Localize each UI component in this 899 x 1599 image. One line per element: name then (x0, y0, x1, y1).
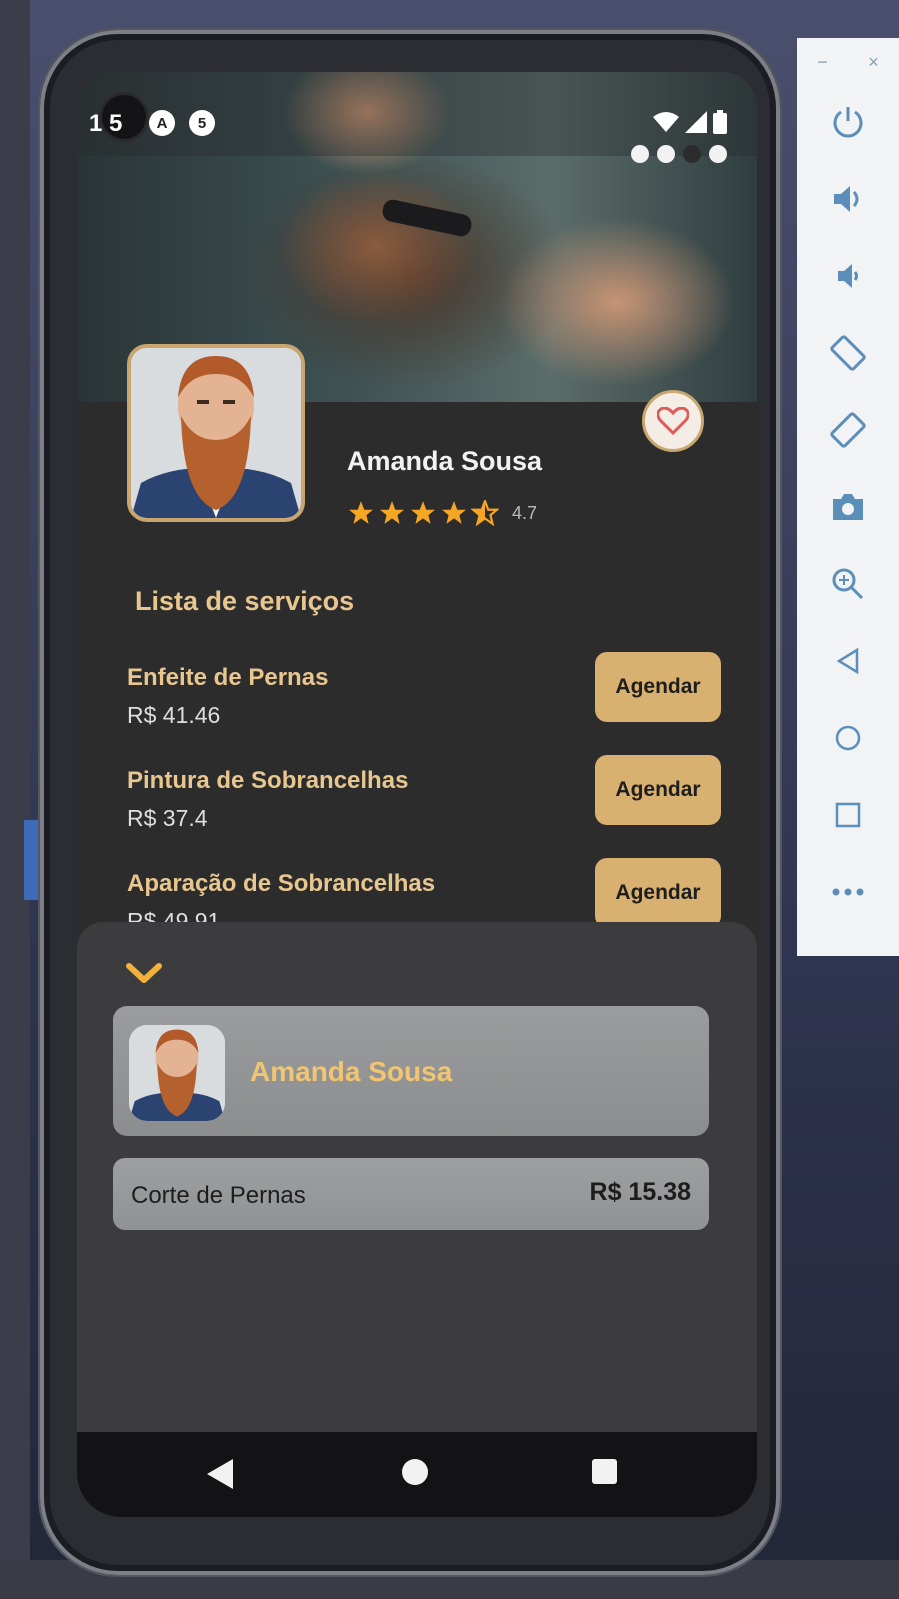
home-button[interactable] (820, 710, 876, 766)
notification-s-icon: 5 (189, 110, 215, 136)
barber-portrait (131, 348, 301, 518)
carousel-dot[interactable] (709, 145, 727, 163)
rotate-right-button[interactable] (820, 402, 876, 458)
home-icon (835, 725, 861, 751)
carousel-dot[interactable] (631, 145, 649, 163)
overview-icon (835, 802, 861, 828)
star-icon (442, 501, 466, 524)
carousel-dot-active[interactable] (683, 145, 701, 163)
notification-a-icon: A (149, 110, 175, 136)
service-item: Enfeite de Pernas R$ 41.46 Agendar (127, 652, 721, 744)
back-icon (836, 647, 859, 675)
screenshot-button[interactable] (820, 479, 876, 535)
more-button[interactable] (820, 864, 876, 920)
battery-icon (713, 110, 727, 134)
collapse-sheet-button[interactable] (125, 962, 163, 991)
star-icon (411, 501, 435, 524)
wifi-icon (653, 112, 679, 132)
barber-name: Amanda Sousa (347, 446, 543, 476)
service-name: Pintura de Sobrancelhas (127, 767, 409, 794)
service-price: R$ 37.4 (127, 805, 208, 831)
volume-down-icon (838, 264, 858, 288)
zoom-button[interactable] (820, 556, 876, 612)
desktop-background-left (0, 0, 40, 1599)
emulator-toolbar: − × (797, 38, 899, 956)
selected-service-name: Corte de Pernas (131, 1182, 306, 1209)
app-screen: 1 5 A 5 Amanda Sousa 4.7 Lista de serviç… (77, 72, 757, 1517)
more-icon (832, 888, 864, 896)
power-icon (833, 107, 863, 138)
back-button[interactable] (820, 633, 876, 689)
rotate-right-icon (830, 412, 866, 448)
overview-button[interactable] (820, 787, 876, 843)
barber-portrait-small (129, 1025, 225, 1121)
heart-icon (657, 407, 689, 435)
star-half-icon (471, 500, 499, 526)
signal-icon (685, 111, 707, 133)
barber-rating: 4.7 (347, 500, 537, 526)
desktop-window-edge (24, 820, 40, 900)
barber-avatar (127, 344, 305, 522)
star-icon (349, 501, 373, 524)
rotate-left-button[interactable] (820, 325, 876, 381)
booking-bottom-sheet: Amanda Sousa Corte de Pernas R$ 15.38 (77, 922, 757, 1432)
nav-back-icon[interactable] (207, 1459, 233, 1489)
carousel-dot[interactable] (657, 145, 675, 163)
volume-up-button[interactable] (820, 171, 876, 227)
selected-barber-card[interactable]: Amanda Sousa (113, 1006, 709, 1136)
selected-barber-avatar (129, 1025, 225, 1121)
camera-icon (833, 494, 863, 520)
power-button[interactable] (820, 94, 876, 150)
schedule-button[interactable]: Agendar (595, 652, 721, 722)
rotate-left-icon (830, 335, 866, 371)
service-item: Pintura de Sobrancelhas R$ 37.4 Agendar (127, 755, 721, 847)
android-navigation-bar (77, 1432, 757, 1517)
schedule-button[interactable]: Agendar (595, 858, 721, 928)
volume-down-button[interactable] (820, 248, 876, 304)
selected-barber-name: Amanda Sousa (250, 1056, 453, 1087)
favorite-button[interactable] (642, 390, 704, 452)
minimize-button[interactable]: − (817, 52, 828, 73)
services-title: Lista de serviços (135, 586, 355, 616)
selected-service-card[interactable]: Corte de Pernas R$ 15.38 (113, 1158, 709, 1230)
service-name: Enfeite de Pernas (127, 664, 329, 691)
volume-up-icon (834, 186, 859, 212)
selected-service-price: R$ 15.38 (589, 1178, 691, 1206)
carousel-indicator[interactable] (631, 145, 727, 163)
service-price: R$ 41.46 (127, 702, 221, 728)
status-time: 1 5 (89, 110, 123, 137)
close-button[interactable]: × (868, 52, 879, 73)
chevron-down-icon (126, 963, 162, 983)
zoom-icon (832, 568, 864, 600)
nav-recents-icon[interactable] (592, 1459, 617, 1484)
nav-home-icon[interactable] (402, 1459, 428, 1485)
service-name: Aparação de Sobrancelhas (127, 870, 436, 897)
schedule-button[interactable]: Agendar (595, 755, 721, 825)
status-bar: 1 5 A 5 (77, 72, 757, 163)
razor-shape (380, 197, 474, 239)
rating-value: 4.7 (512, 502, 538, 523)
star-icon (380, 501, 404, 524)
